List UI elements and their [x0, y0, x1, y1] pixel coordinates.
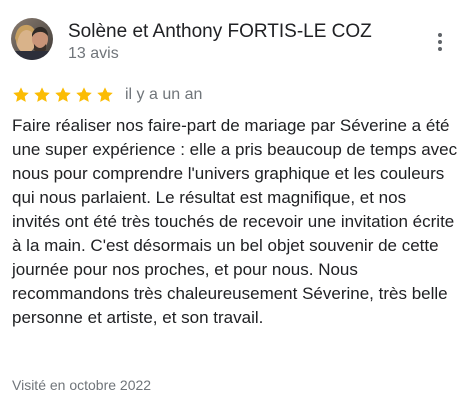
- star-icon: [76, 87, 92, 102]
- review-date: il y a un an: [125, 86, 203, 103]
- more-dot: [438, 33, 442, 37]
- author-avatar[interactable]: [11, 18, 53, 60]
- star-icon: [97, 87, 113, 102]
- author-name[interactable]: Solène et Anthony FORTIS-LE COZ: [68, 20, 372, 44]
- rating-row: il y a un an: [12, 84, 202, 106]
- star-icon: [55, 87, 71, 102]
- star-rating: [12, 86, 114, 104]
- visit-date: Visité en octobre 2022: [12, 377, 152, 393]
- review-header: Solène et Anthony FORTIS-LE COZ 13 avis: [0, 0, 466, 70]
- more-vert-icon[interactable]: [430, 30, 450, 54]
- review-text: Faire réaliser nos faire-part de mariage…: [12, 116, 458, 327]
- avatar-photo: [11, 18, 53, 60]
- author-review-count: 13 avis: [68, 45, 119, 62]
- star-icon: [13, 87, 29, 102]
- star-icon: [34, 87, 50, 102]
- more-dot: [438, 40, 442, 44]
- review-card: Solène et Anthony FORTIS-LE COZ 13 avis …: [0, 0, 466, 407]
- more-dot: [438, 47, 442, 51]
